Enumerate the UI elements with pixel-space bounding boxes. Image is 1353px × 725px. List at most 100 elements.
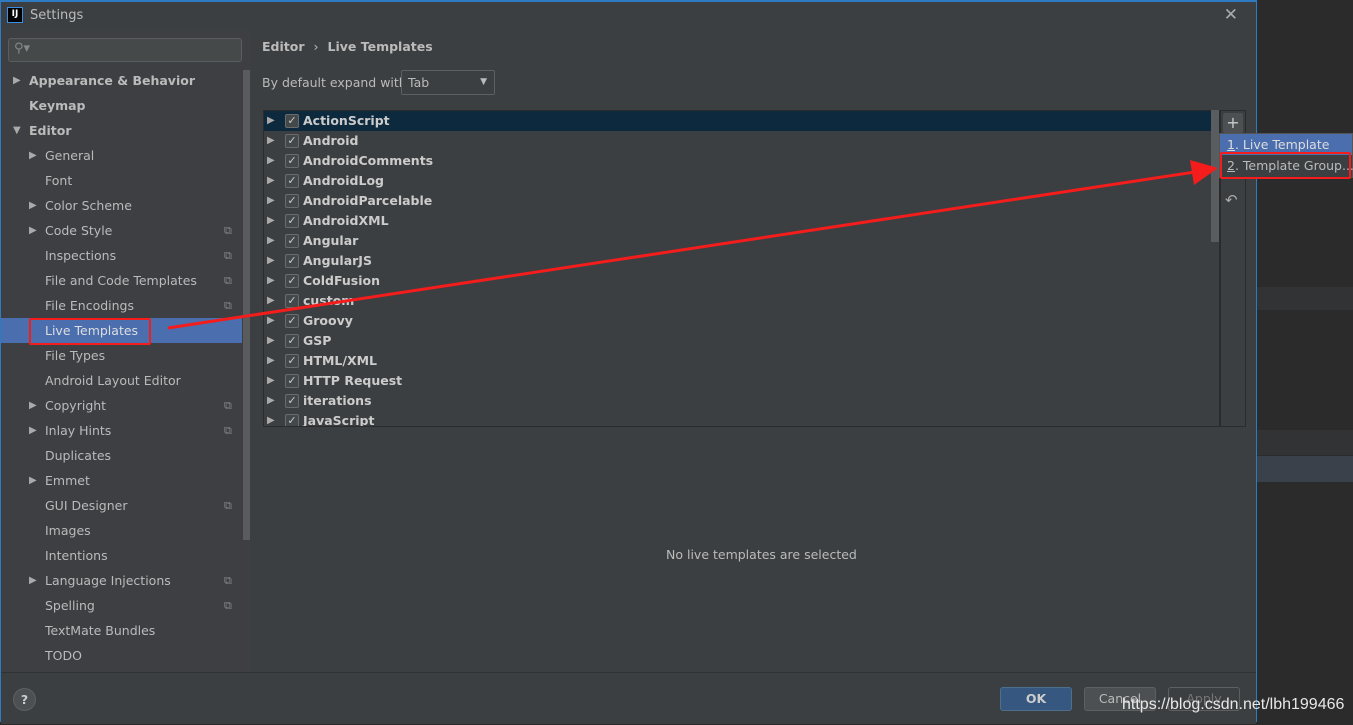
- template-group-row[interactable]: ▶ ✓ AndroidLog: [264, 171, 1219, 191]
- sidebar-item-code-style[interactable]: ▶ Code Style ⧉: [1, 218, 242, 243]
- search-input[interactable]: ⚲▾: [8, 38, 242, 62]
- sidebar-item-editor[interactable]: ▼ Editor: [1, 118, 242, 143]
- template-group-row[interactable]: ▶ ✓ Groovy: [264, 311, 1219, 331]
- sidebar-item-emmet[interactable]: ▶ Emmet: [1, 468, 242, 493]
- sidebar-item-intentions[interactable]: Intentions: [1, 543, 242, 568]
- group-checkbox[interactable]: ✓: [285, 314, 299, 328]
- group-checkbox[interactable]: ✓: [285, 374, 299, 388]
- sidebar-item-general[interactable]: ▶ General: [1, 143, 242, 168]
- list-scrollbar[interactable]: [1211, 110, 1219, 242]
- chevron-down-icon[interactable]: ▼: [13, 118, 21, 143]
- chevron-right-icon[interactable]: ▶: [29, 568, 37, 593]
- chevron-right-icon[interactable]: ▶: [267, 311, 275, 331]
- sidebar-item-font[interactable]: Font: [1, 168, 242, 193]
- sidebar-item-spelling[interactable]: Spelling ⧉: [1, 593, 242, 618]
- chevron-right-icon[interactable]: ▶: [29, 143, 37, 168]
- group-checkbox[interactable]: ✓: [285, 414, 299, 426]
- sidebar-item-android-layout-editor[interactable]: Android Layout Editor: [1, 368, 242, 393]
- chevron-right-icon[interactable]: ▶: [29, 218, 37, 243]
- add-button[interactable]: +: [1223, 113, 1243, 133]
- group-checkbox[interactable]: ✓: [285, 334, 299, 348]
- chevron-right-icon[interactable]: ▶: [29, 193, 37, 218]
- template-group-row[interactable]: ▶ ✓ ColdFusion: [264, 271, 1219, 291]
- group-checkbox[interactable]: ✓: [285, 234, 299, 248]
- group-checkbox[interactable]: ✓: [285, 274, 299, 288]
- group-checkbox[interactable]: ✓: [285, 134, 299, 148]
- expand-with-select[interactable]: Tab ▼: [401, 70, 495, 95]
- sidebar-item-inspections[interactable]: Inspections ⧉: [1, 243, 242, 268]
- project-settings-icon: ⧉: [224, 224, 232, 237]
- template-group-row[interactable]: ▶ ✓ GSP: [264, 331, 1219, 351]
- chevron-right-icon[interactable]: ▶: [267, 231, 275, 251]
- template-group-label: HTTP Request: [303, 373, 403, 388]
- close-icon[interactable]: ✕: [1224, 5, 1238, 25]
- chevron-right-icon[interactable]: ▶: [267, 171, 275, 191]
- group-checkbox[interactable]: ✓: [285, 114, 299, 128]
- template-group-row[interactable]: ▶ ✓ JavaScript: [264, 411, 1219, 426]
- restore-icon[interactable]: ↶: [1225, 191, 1238, 209]
- chevron-right-icon[interactable]: ▶: [29, 418, 37, 443]
- sidebar-item-label: Inlay Hints: [45, 423, 112, 438]
- chevron-right-icon[interactable]: ▶: [267, 271, 275, 291]
- chevron-right-icon[interactable]: ▶: [29, 393, 37, 418]
- sidebar-item-keymap[interactable]: Keymap: [1, 93, 242, 118]
- template-group-label: AndroidLog: [303, 173, 385, 188]
- template-group-row[interactable]: ▶ ✓ ActionScript: [264, 111, 1219, 131]
- template-group-row[interactable]: ▶ ✓ custom: [264, 291, 1219, 311]
- sidebar-item-file-and-code-templates[interactable]: File and Code Templates ⧉: [1, 268, 242, 293]
- template-group-label: Angular: [303, 233, 359, 248]
- chevron-right-icon[interactable]: ▶: [29, 468, 37, 493]
- chevron-right-icon[interactable]: ▶: [267, 191, 275, 211]
- chevron-right-icon[interactable]: ▶: [267, 331, 275, 351]
- sidebar-item-todo[interactable]: TODO: [1, 643, 242, 668]
- group-checkbox[interactable]: ✓: [285, 354, 299, 368]
- chevron-right-icon[interactable]: ▶: [267, 411, 275, 426]
- chevron-right-icon[interactable]: ▶: [267, 391, 275, 411]
- chevron-right-icon[interactable]: ▶: [13, 68, 21, 93]
- template-group-row[interactable]: ▶ ✓ AngularJS: [264, 251, 1219, 271]
- group-checkbox[interactable]: ✓: [285, 174, 299, 188]
- template-group-row[interactable]: ▶ ✓ Angular: [264, 231, 1219, 251]
- sidebar-item-file-encodings[interactable]: File Encodings ⧉: [1, 293, 242, 318]
- chevron-right-icon[interactable]: ▶: [267, 211, 275, 231]
- template-group-row[interactable]: ▶ ✓ AndroidComments: [264, 151, 1219, 171]
- breadcrumb-editor[interactable]: Editor: [262, 39, 305, 54]
- sidebar-scrollbar[interactable]: [243, 70, 250, 540]
- chevron-right-icon[interactable]: ▶: [267, 151, 275, 171]
- sidebar-item-inlay-hints[interactable]: ▶ Inlay Hints ⧉: [1, 418, 242, 443]
- group-checkbox[interactable]: ✓: [285, 154, 299, 168]
- chevron-right-icon[interactable]: ▶: [267, 251, 275, 271]
- chevron-right-icon[interactable]: ▶: [267, 131, 275, 151]
- sidebar-item-color-scheme[interactable]: ▶ Color Scheme: [1, 193, 242, 218]
- group-checkbox[interactable]: ✓: [285, 254, 299, 268]
- sidebar-item-duplicates[interactable]: Duplicates: [1, 443, 242, 468]
- ok-button[interactable]: OK: [1000, 687, 1072, 711]
- sidebar-item-label: File and Code Templates: [45, 273, 197, 288]
- mnemonic: 1: [1227, 137, 1235, 152]
- sidebar-item-file-types[interactable]: File Types: [1, 343, 242, 368]
- template-group-row[interactable]: ▶ ✓ iterations: [264, 391, 1219, 411]
- sidebar-item-textmate-bundles[interactable]: TextMate Bundles: [1, 618, 242, 643]
- sidebar-item-appearance-behavior[interactable]: ▶ Appearance & Behavior: [1, 68, 242, 93]
- chevron-right-icon[interactable]: ▶: [267, 351, 275, 371]
- group-checkbox[interactable]: ✓: [285, 214, 299, 228]
- sidebar-item-gui-designer[interactable]: GUI Designer ⧉: [1, 493, 242, 518]
- template-group-row[interactable]: ▶ ✓ HTML/XML: [264, 351, 1219, 371]
- title-bar: IJ Settings ✕: [1, 2, 1256, 30]
- chevron-right-icon[interactable]: ▶: [267, 371, 275, 391]
- template-group-row[interactable]: ▶ ✓ AndroidParcelable: [264, 191, 1219, 211]
- chevron-right-icon[interactable]: ▶: [267, 111, 275, 131]
- sidebar-item-language-injections[interactable]: ▶ Language Injections ⧉: [1, 568, 242, 593]
- template-group-label: AndroidParcelable: [303, 193, 433, 208]
- group-checkbox[interactable]: ✓: [285, 394, 299, 408]
- template-group-row[interactable]: ▶ ✓ AndroidXML: [264, 211, 1219, 231]
- chevron-right-icon[interactable]: ▶: [267, 291, 275, 311]
- sidebar-item-copyright[interactable]: ▶ Copyright ⧉: [1, 393, 242, 418]
- help-button[interactable]: ?: [13, 688, 36, 711]
- group-checkbox[interactable]: ✓: [285, 294, 299, 308]
- template-group-row[interactable]: ▶ ✓ HTTP Request: [264, 371, 1219, 391]
- sidebar-item-label: Appearance & Behavior: [29, 73, 195, 88]
- template-group-row[interactable]: ▶ ✓ Android: [264, 131, 1219, 151]
- sidebar-item-images[interactable]: Images: [1, 518, 242, 543]
- group-checkbox[interactable]: ✓: [285, 194, 299, 208]
